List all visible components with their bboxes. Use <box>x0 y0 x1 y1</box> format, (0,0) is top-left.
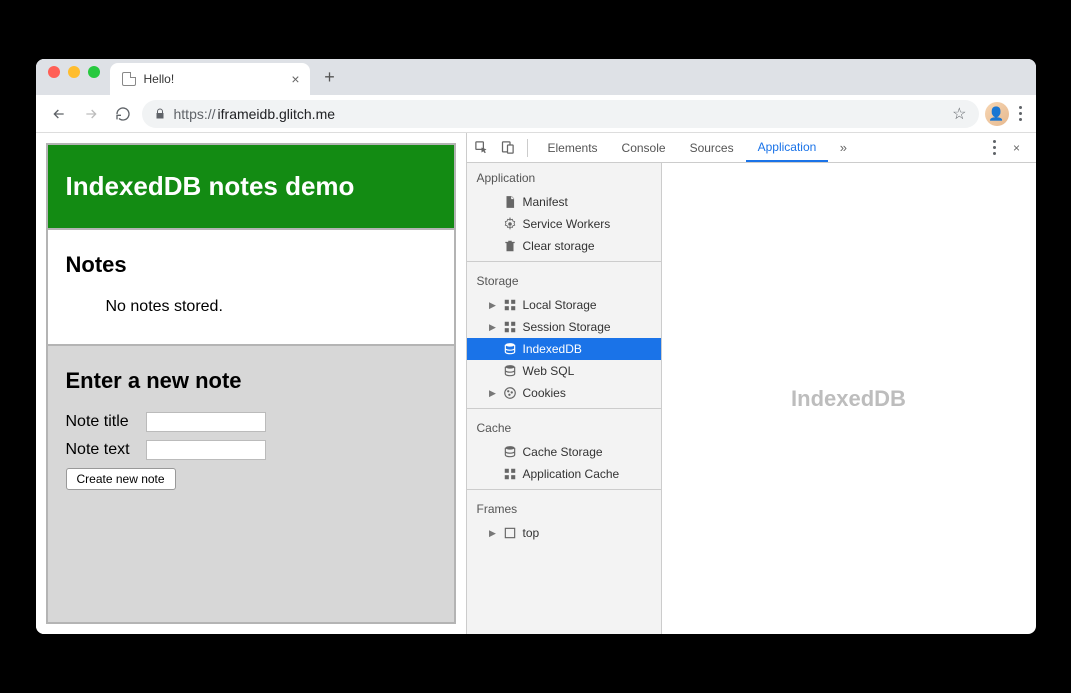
sidebar-item-manifest[interactable]: ▶ Manifest <box>467 191 661 213</box>
lock-icon <box>154 108 166 120</box>
gear-icon <box>503 217 517 231</box>
page-banner: IndexedDB notes demo <box>48 145 454 230</box>
browser-tab[interactable]: Hello! × <box>110 63 310 95</box>
profile-avatar[interactable]: 👤 <box>985 102 1009 126</box>
devtools-menu-button[interactable] <box>989 136 1000 159</box>
sidebar-item-top-frame[interactable]: ▶ top <box>467 522 661 544</box>
tab-strip: Hello! × + <box>36 59 1036 95</box>
form-heading: Enter a new note <box>66 368 436 394</box>
grid-icon <box>503 320 517 334</box>
maximize-window-button[interactable] <box>88 66 100 78</box>
url-scheme: https:// <box>174 106 216 122</box>
grid-icon <box>503 298 517 312</box>
devtools-header: Elements Console Sources Application » × <box>467 133 1036 163</box>
note-title-label: Note title <box>66 413 146 431</box>
page-icon <box>122 72 136 86</box>
cookie-icon <box>503 386 517 400</box>
sidebar-item-cookies[interactable]: ▶ Cookies <box>467 382 661 404</box>
browser-menu-button[interactable] <box>1015 102 1026 125</box>
database-icon <box>503 445 517 459</box>
device-toolbar-icon[interactable] <box>497 137 519 159</box>
sidebar-item-websql[interactable]: ▶ Web SQL <box>467 360 661 382</box>
manifest-icon <box>503 195 517 209</box>
trash-icon <box>503 239 517 253</box>
address-bar[interactable]: https://iframeidb.glitch.me ☆ <box>142 100 979 128</box>
new-tab-button[interactable]: + <box>316 63 344 91</box>
note-text-input[interactable] <box>146 440 266 460</box>
page-viewport: IndexedDB notes demo Notes No notes stor… <box>36 133 466 634</box>
tab-application[interactable]: Application <box>746 133 829 162</box>
sidebar-group-cache: Cache <box>467 413 661 441</box>
browser-toolbar: https://iframeidb.glitch.me ☆ 👤 <box>36 95 1036 133</box>
bookmark-star-icon[interactable]: ☆ <box>952 104 966 124</box>
create-note-button[interactable]: Create new note <box>66 468 176 490</box>
close-tab-button[interactable]: × <box>291 71 299 87</box>
page-body: IndexedDB notes demo Notes No notes stor… <box>46 143 456 624</box>
tab-elements[interactable]: Elements <box>536 133 610 162</box>
notes-section: Notes No notes stored. <box>48 230 454 344</box>
sidebar-item-service-workers[interactable]: ▶ Service Workers <box>467 213 661 235</box>
page-title: IndexedDB notes demo <box>66 171 436 202</box>
sidebar-group-frames: Frames <box>467 494 661 522</box>
application-sidebar: Application ▶ Manifest ▶ Service Workers <box>467 163 662 634</box>
sidebar-item-session-storage[interactable]: ▶ Session Storage <box>467 316 661 338</box>
sidebar-item-cache-storage[interactable]: ▶ Cache Storage <box>467 441 661 463</box>
devtools-panel: Elements Console Sources Application » × <box>466 133 1036 634</box>
content-area: IndexedDB notes demo Notes No notes stor… <box>36 133 1036 634</box>
grid-icon <box>503 467 517 481</box>
tab-title: Hello! <box>144 72 175 86</box>
sidebar-item-application-cache[interactable]: ▶ Application Cache <box>467 463 661 485</box>
back-button[interactable] <box>46 101 72 127</box>
note-text-label: Note text <box>66 441 146 459</box>
note-title-input[interactable] <box>146 412 266 432</box>
sidebar-group-application: Application <box>467 163 661 191</box>
reload-button[interactable] <box>110 101 136 127</box>
window-controls <box>44 66 110 88</box>
application-main-panel: IndexedDB <box>662 163 1036 634</box>
forward-button[interactable] <box>78 101 104 127</box>
url-text: iframeidb.glitch.me <box>218 106 336 122</box>
sidebar-item-clear-storage[interactable]: ▶ Clear storage <box>467 235 661 257</box>
inspect-element-icon[interactable] <box>471 137 493 159</box>
close-window-button[interactable] <box>48 66 60 78</box>
database-icon <box>503 342 517 356</box>
notes-heading: Notes <box>66 252 436 278</box>
close-devtools-button[interactable]: × <box>1006 137 1028 159</box>
database-icon <box>503 364 517 378</box>
new-note-form: Enter a new note Note title Note text Cr… <box>48 344 454 622</box>
main-placeholder-text: IndexedDB <box>791 386 906 412</box>
tab-sources[interactable]: Sources <box>678 133 746 162</box>
browser-window: Hello! × + https://iframeidb.glitch.me ☆… <box>36 59 1036 634</box>
sidebar-item-indexeddb[interactable]: ▶ IndexedDB <box>467 338 661 360</box>
minimize-window-button[interactable] <box>68 66 80 78</box>
tab-console[interactable]: Console <box>610 133 678 162</box>
sidebar-item-local-storage[interactable]: ▶ Local Storage <box>467 294 661 316</box>
frame-icon <box>503 526 517 540</box>
notes-empty-message: No notes stored. <box>106 298 436 316</box>
sidebar-group-storage: Storage <box>467 266 661 294</box>
more-tabs-button[interactable]: » <box>832 137 854 159</box>
